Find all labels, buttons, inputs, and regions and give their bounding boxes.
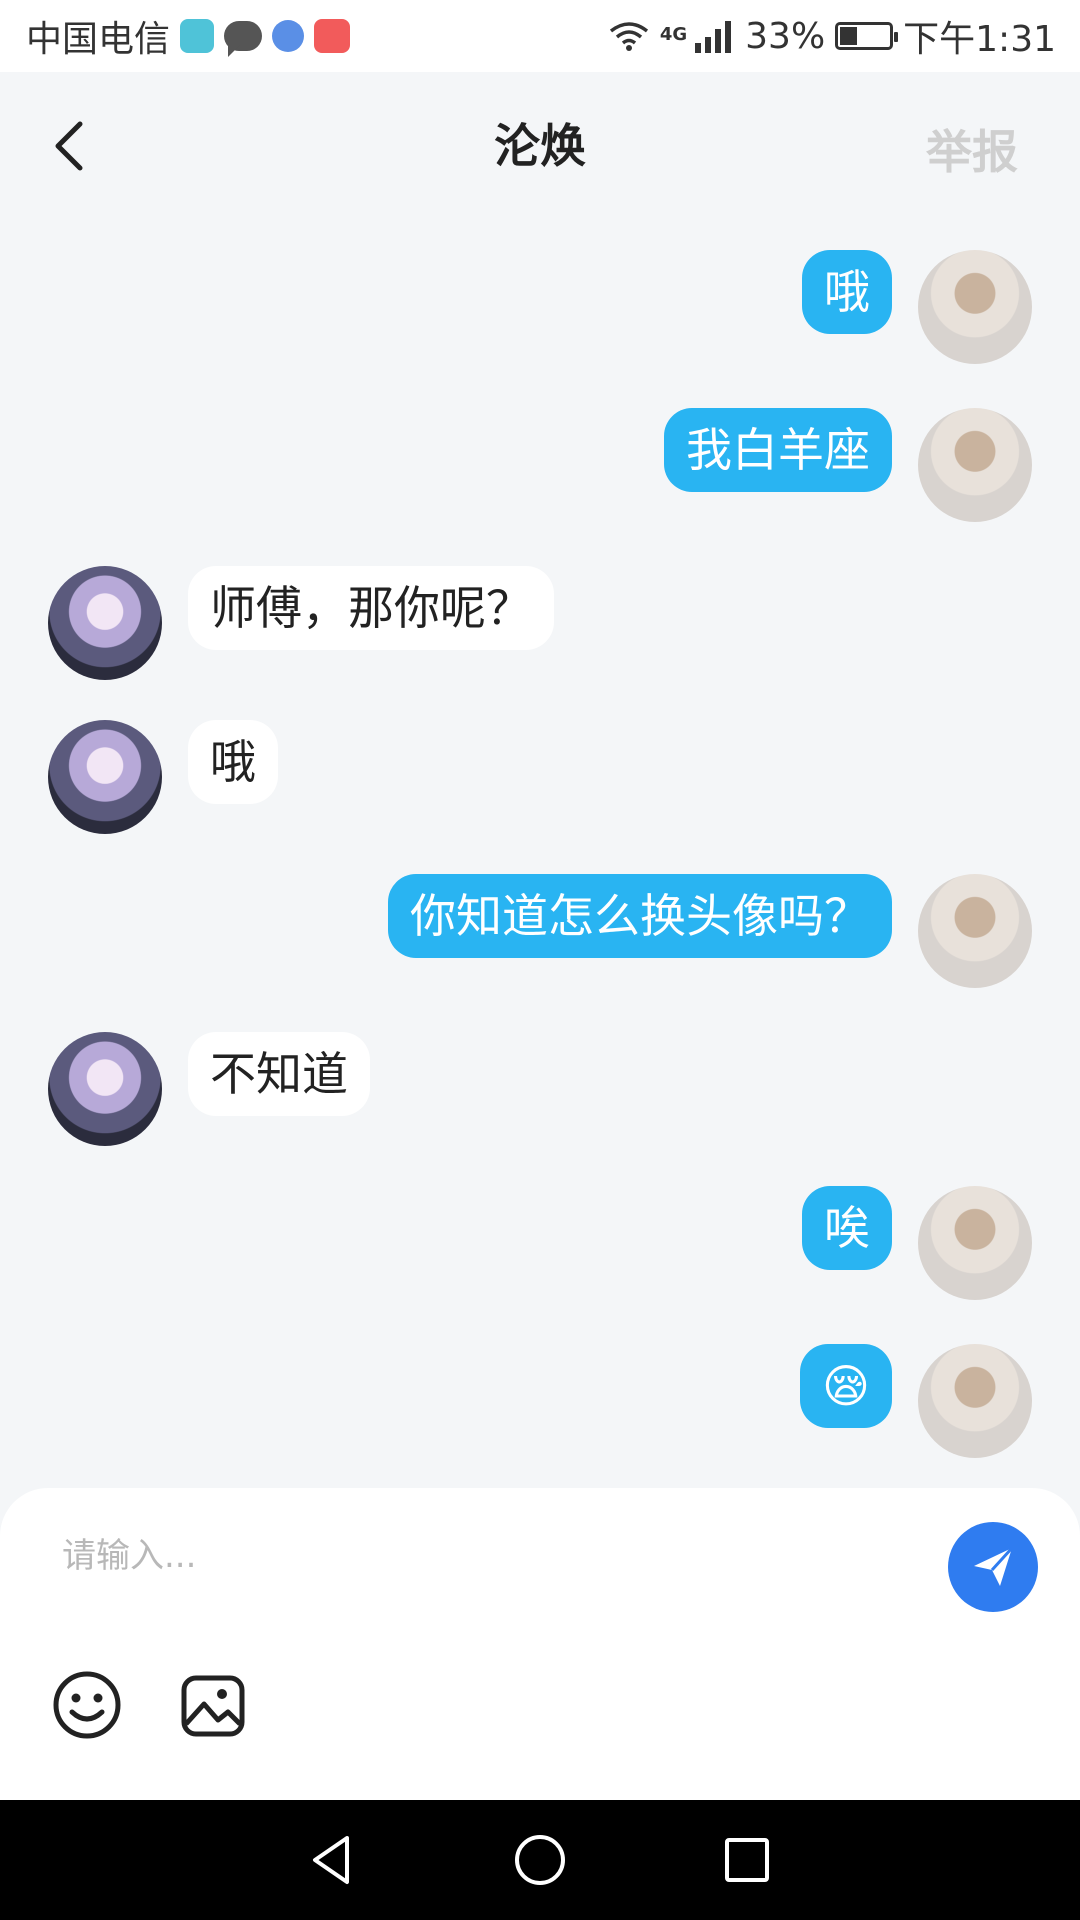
- message-input[interactable]: [62, 1526, 882, 1586]
- nav-back-icon[interactable]: [305, 1832, 361, 1888]
- nav-recents-icon[interactable]: [719, 1832, 775, 1888]
- message-row: 我白羊座: [664, 408, 1032, 522]
- battery-icon: [835, 22, 899, 50]
- browser-notification-icon: [272, 20, 305, 52]
- message-row: 唉: [802, 1186, 1032, 1300]
- my-avatar[interactable]: [918, 1186, 1032, 1300]
- carrier-name: 中国电信: [26, 19, 171, 60]
- status-right: 4G 33% 下午1:31: [608, 10, 1056, 62]
- my-avatar[interactable]: [918, 408, 1032, 522]
- image-icon[interactable]: [180, 1674, 246, 1738]
- message-row: 哦: [802, 250, 1032, 364]
- shield-icon: [180, 19, 215, 53]
- status-left: 中国电信: [26, 10, 351, 62]
- back-icon[interactable]: [46, 116, 98, 176]
- status-bar: 中国电信 4G 33% 下午1:31: [0, 0, 1080, 72]
- network-type: 4G: [659, 24, 688, 45]
- contact-avatar[interactable]: [48, 1032, 162, 1146]
- chat-title: 沦焕: [494, 119, 586, 173]
- signal-icon: [695, 21, 732, 53]
- incoming-bubble[interactable]: 不知道: [188, 1032, 370, 1116]
- contact-avatar[interactable]: [48, 566, 162, 680]
- send-button[interactable]: [948, 1522, 1038, 1612]
- outgoing-bubble[interactable]: 哦: [802, 250, 892, 334]
- message-row: 哦: [48, 720, 278, 834]
- contact-avatar[interactable]: [48, 720, 162, 834]
- message-row: 师傅，那你呢？: [48, 566, 554, 680]
- outgoing-bubble[interactable]: 我白羊座: [664, 408, 892, 492]
- message-row: 你知道怎么换头像吗？: [388, 874, 1032, 988]
- incoming-bubble[interactable]: 哦: [188, 720, 278, 804]
- composer-panel: [0, 1488, 1080, 1800]
- outgoing-bubble[interactable]: 你知道怎么换头像吗？: [388, 874, 892, 958]
- message-notification-icon: [224, 21, 263, 57]
- send-icon: [974, 1546, 1014, 1586]
- outgoing-bubble[interactable]: 😪: [800, 1344, 892, 1428]
- incoming-bubble[interactable]: 师傅，那你呢？: [188, 566, 554, 650]
- emoji-icon[interactable]: [52, 1670, 122, 1740]
- message-row: 不知道: [48, 1032, 370, 1146]
- my-avatar[interactable]: [918, 1344, 1032, 1458]
- system-nav-bar: [0, 1800, 1080, 1920]
- chat-header: 沦焕 举报: [0, 72, 1080, 214]
- outgoing-bubble[interactable]: 唉: [802, 1186, 892, 1270]
- battery-percent: 33%: [745, 15, 826, 57]
- my-avatar[interactable]: [918, 250, 1032, 364]
- wifi-icon: [609, 22, 648, 51]
- chat-screen: 中国电信 4G 33% 下午1:31 沦焕 举报 哦 我白羊座 师傅，那你呢？ …: [0, 0, 1080, 1920]
- report-button[interactable]: 举报: [926, 116, 1018, 182]
- nav-home-icon[interactable]: [512, 1832, 568, 1888]
- message-row: 😪: [800, 1344, 1032, 1458]
- clock: 下午1:31: [903, 19, 1056, 60]
- app-store-notification-icon: [314, 19, 351, 53]
- my-avatar[interactable]: [918, 874, 1032, 988]
